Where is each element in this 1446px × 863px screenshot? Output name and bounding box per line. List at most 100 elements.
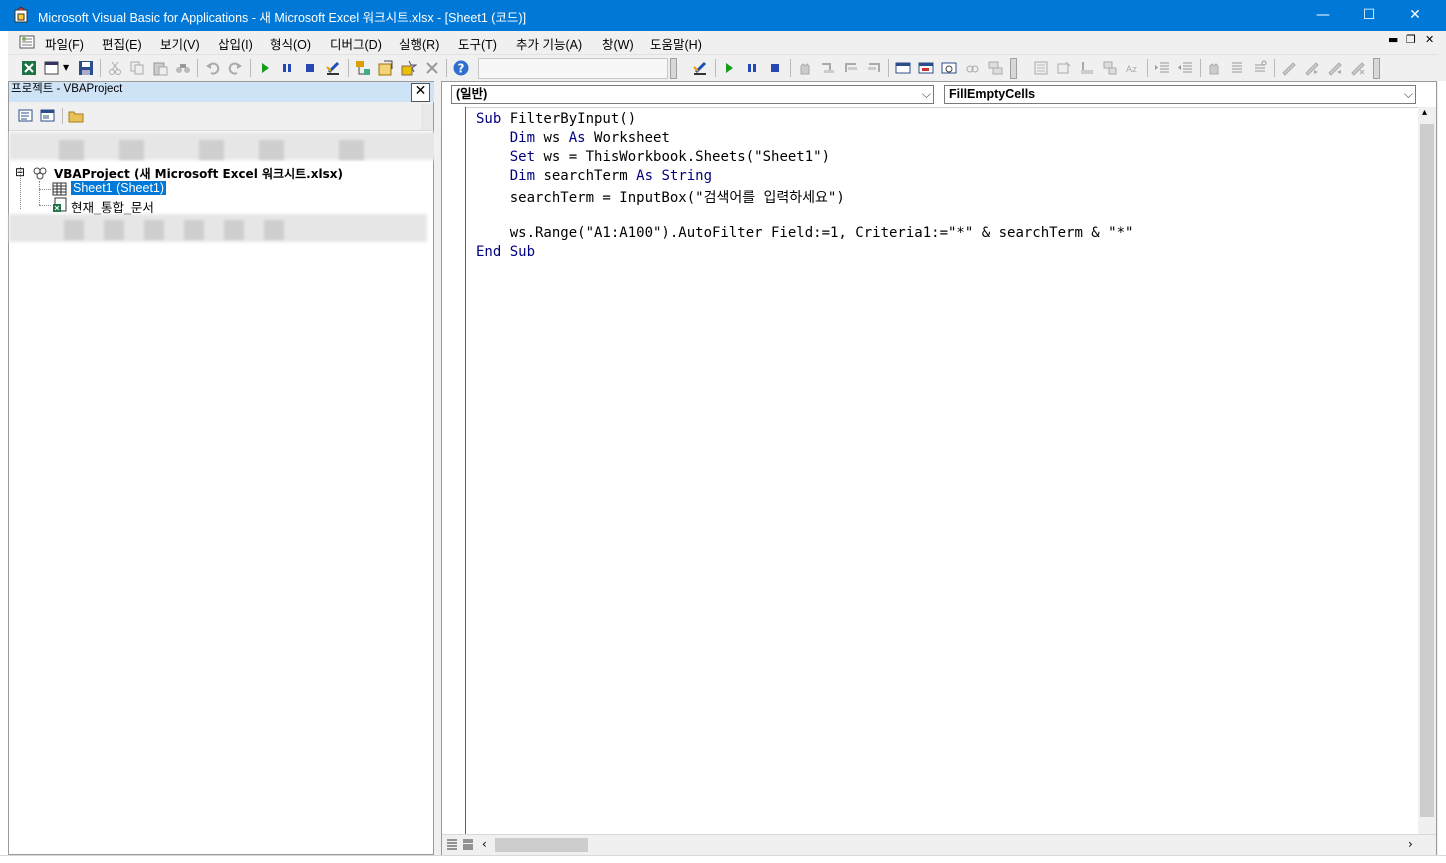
break-icon[interactable]: [279, 60, 295, 76]
full-module-view-icon[interactable]: [462, 838, 474, 850]
vertical-scrollbar[interactable]: ▴: [1418, 107, 1436, 834]
excel-view-icon[interactable]: [19, 34, 35, 50]
find-icon[interactable]: [175, 60, 191, 76]
code-line[interactable]: ws.Range("A1:A100").AutoFilter Field:=1,…: [476, 225, 1134, 241]
toggle-breakpoint-icon[interactable]: [797, 60, 813, 76]
scroll-up-icon[interactable]: ▴: [1422, 107, 1427, 118]
code-line[interactable]: Dim searchTerm As String: [476, 168, 712, 184]
menu-debug[interactable]: 디버그(D): [330, 34, 382, 53]
toolbar-overflow-grip[interactable]: [1010, 58, 1017, 79]
step-out-icon[interactable]: [866, 60, 882, 76]
mdi-close-button[interactable]: ✕: [1425, 33, 1434, 46]
view-object-icon[interactable]: [40, 109, 56, 123]
menu-addins[interactable]: 추가 기능(A): [516, 34, 582, 53]
properties-window-icon[interactable]: [378, 60, 394, 76]
clear-bookmarks-icon[interactable]: [1350, 60, 1366, 76]
code-keyword: Sub: [476, 111, 510, 127]
mdi-restore-button[interactable]: ❐: [1406, 33, 1416, 46]
complete-word-icon[interactable]: Az: [1125, 60, 1141, 76]
vertical-scroll-thumb[interactable]: [1420, 124, 1434, 817]
code-line[interactable]: End Sub: [476, 244, 535, 260]
quick-watch-icon[interactable]: [964, 60, 980, 76]
code-line[interactable]: Sub FilterByInput(): [476, 111, 636, 127]
scroll-right-icon[interactable]: ›: [1408, 837, 1413, 851]
debug-design-mode-icon[interactable]: [692, 60, 708, 76]
step-over-icon[interactable]: [843, 60, 859, 76]
quick-info-icon[interactable]: [1079, 60, 1095, 76]
project-explorer-icon[interactable]: [355, 60, 371, 76]
background-excel-edge: [0, 31, 8, 863]
toggle-folders-icon[interactable]: [68, 109, 84, 123]
toolbar-separator: [1200, 59, 1201, 77]
toggle-bookmark-icon[interactable]: [1281, 60, 1297, 76]
close-button[interactable]: ✕: [1392, 0, 1438, 31]
menu-format[interactable]: 형식(O): [270, 34, 311, 53]
code-line[interactable]: Set ws = ThisWorkbook.Sheets("Sheet1"): [476, 149, 830, 165]
call-stack-icon[interactable]: [987, 60, 1003, 76]
uncomment-block-icon[interactable]: [1252, 60, 1268, 76]
project-panel-scroll-stub[interactable]: [421, 104, 433, 130]
excel-icon[interactable]: [21, 60, 37, 76]
maximize-button[interactable]: ☐: [1346, 0, 1392, 31]
tree-item-sheet1[interactable]: Sheet1 (Sheet1): [71, 181, 167, 195]
dropdown-arrow-icon[interactable]: ▼: [63, 60, 79, 76]
horizontal-scrollbar[interactable]: ‹ ›: [442, 834, 1436, 855]
copy-icon[interactable]: [129, 60, 145, 76]
horizontal-scroll-thumb[interactable]: [495, 838, 588, 852]
help-icon[interactable]: ?: [453, 60, 469, 76]
list-constants-icon[interactable]: [1056, 60, 1072, 76]
debug-reset-icon[interactable]: [767, 60, 783, 76]
procedure-view-icon[interactable]: [446, 838, 458, 850]
tree-collapse-toggle[interactable]: ⊟: [15, 165, 25, 179]
object-combo[interactable]: (일반) ⌵: [451, 85, 934, 104]
run-icon[interactable]: [257, 60, 273, 76]
vbaproject-label[interactable]: VBAProject (새 Microsoft Excel 워크시트.xlsx): [54, 165, 343, 182]
paste-icon[interactable]: [152, 60, 168, 76]
immediate-window-icon[interactable]: [918, 60, 934, 76]
list-properties-icon[interactable]: [1033, 60, 1049, 76]
procedure-combo[interactable]: FillEmptyCells ⌵: [944, 85, 1416, 104]
position-combo[interactable]: [478, 58, 668, 79]
code-line[interactable]: searchTerm = InputBox("검색어를 입력하세요"): [476, 187, 845, 207]
reset-icon[interactable]: [302, 60, 318, 76]
next-bookmark-icon[interactable]: [1304, 60, 1320, 76]
scroll-left-icon[interactable]: ‹: [482, 837, 487, 851]
cut-icon[interactable]: [107, 60, 123, 76]
mdi-minimize-button[interactable]: ▬: [1388, 33, 1398, 46]
code-margin-gutter[interactable]: [442, 107, 466, 834]
menu-view[interactable]: 보기(V): [160, 34, 200, 53]
menu-window[interactable]: 창(W): [602, 34, 634, 53]
breakpoint-hand-icon[interactable]: [1206, 60, 1222, 76]
project-panel-close-button[interactable]: ✕: [411, 83, 430, 102]
indent-icon[interactable]: [1154, 60, 1170, 76]
debug-break-icon[interactable]: [744, 60, 760, 76]
step-into-icon[interactable]: [820, 60, 836, 76]
menu-edit[interactable]: 편집(E): [102, 34, 142, 53]
menu-file[interactable]: 파일(F): [45, 34, 84, 53]
code-line[interactable]: Dim ws As Worksheet: [476, 130, 670, 146]
code-editor[interactable]: Sub FilterByInput() Dim ws As Worksheet …: [466, 107, 1418, 835]
save-icon[interactable]: [78, 60, 94, 76]
outdent-icon[interactable]: [1177, 60, 1193, 76]
locals-window-icon[interactable]: [895, 60, 911, 76]
design-mode-icon[interactable]: [325, 60, 341, 76]
toolbar-overflow-grip[interactable]: [670, 58, 677, 79]
menu-run[interactable]: 실행(R): [399, 34, 439, 53]
undo-icon[interactable]: [205, 60, 221, 76]
insert-userform-icon[interactable]: [44, 60, 60, 76]
watch-window-icon[interactable]: [941, 60, 957, 76]
menu-help[interactable]: 도움말(H): [650, 34, 702, 53]
previous-bookmark-icon[interactable]: [1327, 60, 1343, 76]
toolbar-overflow-grip[interactable]: [1373, 58, 1380, 79]
redo-icon[interactable]: [227, 60, 243, 76]
minimize-button[interactable]: —: [1300, 0, 1346, 31]
object-browser-icon[interactable]: [401, 60, 417, 76]
parameter-info-icon[interactable]: [1102, 60, 1118, 76]
menu-tools[interactable]: 도구(T): [458, 34, 497, 53]
comment-block-icon[interactable]: [1229, 60, 1245, 76]
menu-insert[interactable]: 삽입(I): [218, 34, 253, 53]
debug-run-icon[interactable]: [721, 60, 737, 76]
toolbox-icon[interactable]: [424, 60, 440, 76]
pane-splitter[interactable]: [434, 81, 440, 855]
view-code-icon[interactable]: [18, 109, 34, 123]
